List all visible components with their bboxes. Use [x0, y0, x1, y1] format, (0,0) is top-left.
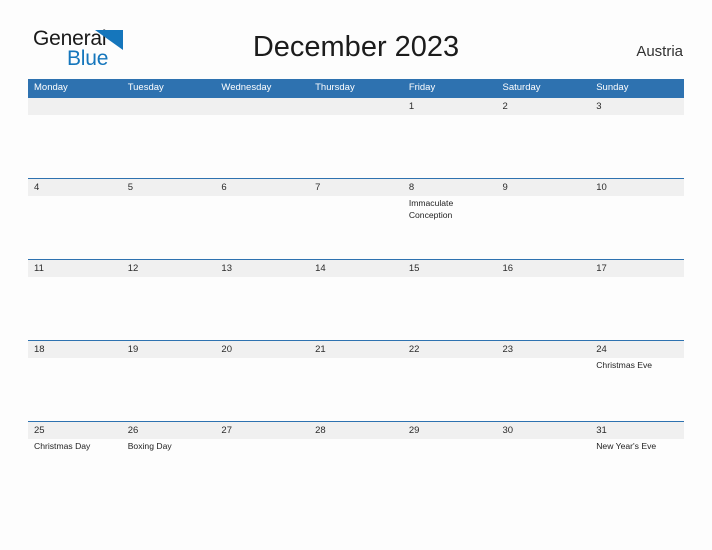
- week-event-cells: Immaculate Conception: [28, 196, 684, 258]
- day-number[interactable]: 17: [590, 260, 684, 277]
- day-number[interactable]: 13: [215, 260, 309, 277]
- day-event[interactable]: [497, 196, 591, 258]
- day-number[interactable]: 27: [215, 422, 309, 439]
- day-number[interactable]: 15: [403, 260, 497, 277]
- day-number[interactable]: [122, 98, 216, 115]
- day-number[interactable]: 24: [590, 341, 684, 358]
- day-number[interactable]: 29: [403, 422, 497, 439]
- week-date-numbers: 18 19 20 21 22 23 24: [28, 341, 684, 358]
- day-event[interactable]: [215, 115, 309, 177]
- calendar-week-row: 11 12 13 14 15 16 17: [28, 259, 684, 340]
- week-event-cells: [28, 277, 684, 339]
- day-event[interactable]: [590, 115, 684, 177]
- day-number[interactable]: 6: [215, 179, 309, 196]
- day-event[interactable]: [497, 439, 591, 501]
- page-header: General Blue December 2023 Austria: [0, 0, 712, 78]
- calendar-page: General Blue December 2023 Austria Monda…: [0, 0, 712, 550]
- day-number[interactable]: [215, 98, 309, 115]
- day-number[interactable]: 7: [309, 179, 403, 196]
- calendar-week-row: 25 26 27 28 29 30 31 Christmas Day Boxin…: [28, 421, 684, 502]
- day-number[interactable]: 16: [497, 260, 591, 277]
- day-number[interactable]: 10: [590, 179, 684, 196]
- day-event[interactable]: [309, 358, 403, 420]
- calendar-week-row: 4 5 6 7 8 9 10 Immaculate Conception: [28, 178, 684, 259]
- week-date-numbers: 1 2 3: [28, 98, 684, 115]
- day-number[interactable]: [309, 98, 403, 115]
- day-event[interactable]: [122, 196, 216, 258]
- day-event[interactable]: [28, 358, 122, 420]
- calendar-week-row: 1 2 3: [28, 97, 684, 178]
- day-number[interactable]: 8: [403, 179, 497, 196]
- day-event[interactable]: [309, 277, 403, 339]
- week-event-cells: Christmas Day Boxing Day New Year's Eve: [28, 439, 684, 501]
- weekday-header-wednesday: Wednesday: [221, 82, 272, 93]
- day-event[interactable]: [28, 115, 122, 177]
- day-number[interactable]: 20: [215, 341, 309, 358]
- day-number[interactable]: 9: [497, 179, 591, 196]
- calendar-grid: Monday Tuesday Wednesday Thursday Friday…: [28, 79, 684, 502]
- day-number[interactable]: 30: [497, 422, 591, 439]
- week-date-numbers: 11 12 13 14 15 16 17: [28, 260, 684, 277]
- weekday-header-thursday: Thursday: [315, 82, 355, 93]
- day-number[interactable]: 11: [28, 260, 122, 277]
- day-event[interactable]: [497, 115, 591, 177]
- day-number[interactable]: 3: [590, 98, 684, 115]
- weekday-header-saturday: Saturday: [502, 82, 541, 93]
- day-number[interactable]: 2: [497, 98, 591, 115]
- day-number[interactable]: [28, 98, 122, 115]
- calendar-week-row: 18 19 20 21 22 23 24 Christmas Eve: [28, 340, 684, 421]
- weekday-header-monday: Monday: [34, 82, 68, 93]
- day-number[interactable]: 1: [403, 98, 497, 115]
- week-event-cells: Christmas Eve: [28, 358, 684, 420]
- day-number[interactable]: 4: [28, 179, 122, 196]
- day-event[interactable]: [28, 196, 122, 258]
- week-event-cells: [28, 115, 684, 177]
- day-event[interactable]: [309, 196, 403, 258]
- day-number[interactable]: 12: [122, 260, 216, 277]
- day-event[interactable]: [122, 358, 216, 420]
- day-event[interactable]: Immaculate Conception: [403, 196, 497, 258]
- day-event[interactable]: [28, 277, 122, 339]
- week-date-numbers: 4 5 6 7 8 9 10: [28, 179, 684, 196]
- day-event[interactable]: [590, 277, 684, 339]
- day-event[interactable]: [309, 115, 403, 177]
- day-number[interactable]: 31: [590, 422, 684, 439]
- day-number[interactable]: 23: [497, 341, 591, 358]
- country-label: Austria: [636, 43, 683, 60]
- day-event[interactable]: [215, 358, 309, 420]
- day-number[interactable]: 26: [122, 422, 216, 439]
- day-event[interactable]: [590, 196, 684, 258]
- day-number[interactable]: 25: [28, 422, 122, 439]
- weekday-header-sunday: Sunday: [596, 82, 629, 93]
- day-number[interactable]: 18: [28, 341, 122, 358]
- day-event[interactable]: [122, 115, 216, 177]
- day-number[interactable]: 19: [122, 341, 216, 358]
- day-number[interactable]: 22: [403, 341, 497, 358]
- day-event[interactable]: Christmas Eve: [590, 358, 684, 420]
- day-event[interactable]: [403, 439, 497, 501]
- day-event[interactable]: [215, 196, 309, 258]
- day-event[interactable]: [403, 277, 497, 339]
- day-event[interactable]: [215, 439, 309, 501]
- week-date-numbers: 25 26 27 28 29 30 31: [28, 422, 684, 439]
- day-event[interactable]: [497, 358, 591, 420]
- day-number[interactable]: 28: [309, 422, 403, 439]
- day-event[interactable]: [215, 277, 309, 339]
- page-title: December 2023: [252, 31, 460, 63]
- day-number[interactable]: 14: [309, 260, 403, 277]
- day-number[interactable]: 21: [309, 341, 403, 358]
- day-event[interactable]: [497, 277, 591, 339]
- day-event[interactable]: [403, 358, 497, 420]
- weekday-header-friday: Friday: [408, 82, 436, 93]
- day-event[interactable]: Christmas Day: [28, 439, 122, 501]
- day-event[interactable]: New Year's Eve: [590, 439, 684, 501]
- day-event[interactable]: [309, 439, 403, 501]
- weekday-header-tuesday: Tuesday: [127, 82, 164, 93]
- weekday-header-row: Monday Tuesday Wednesday Thursday Friday…: [28, 79, 684, 97]
- day-event[interactable]: [122, 277, 216, 339]
- day-event[interactable]: Boxing Day: [122, 439, 216, 501]
- day-number[interactable]: 5: [122, 179, 216, 196]
- day-event[interactable]: [403, 115, 497, 177]
